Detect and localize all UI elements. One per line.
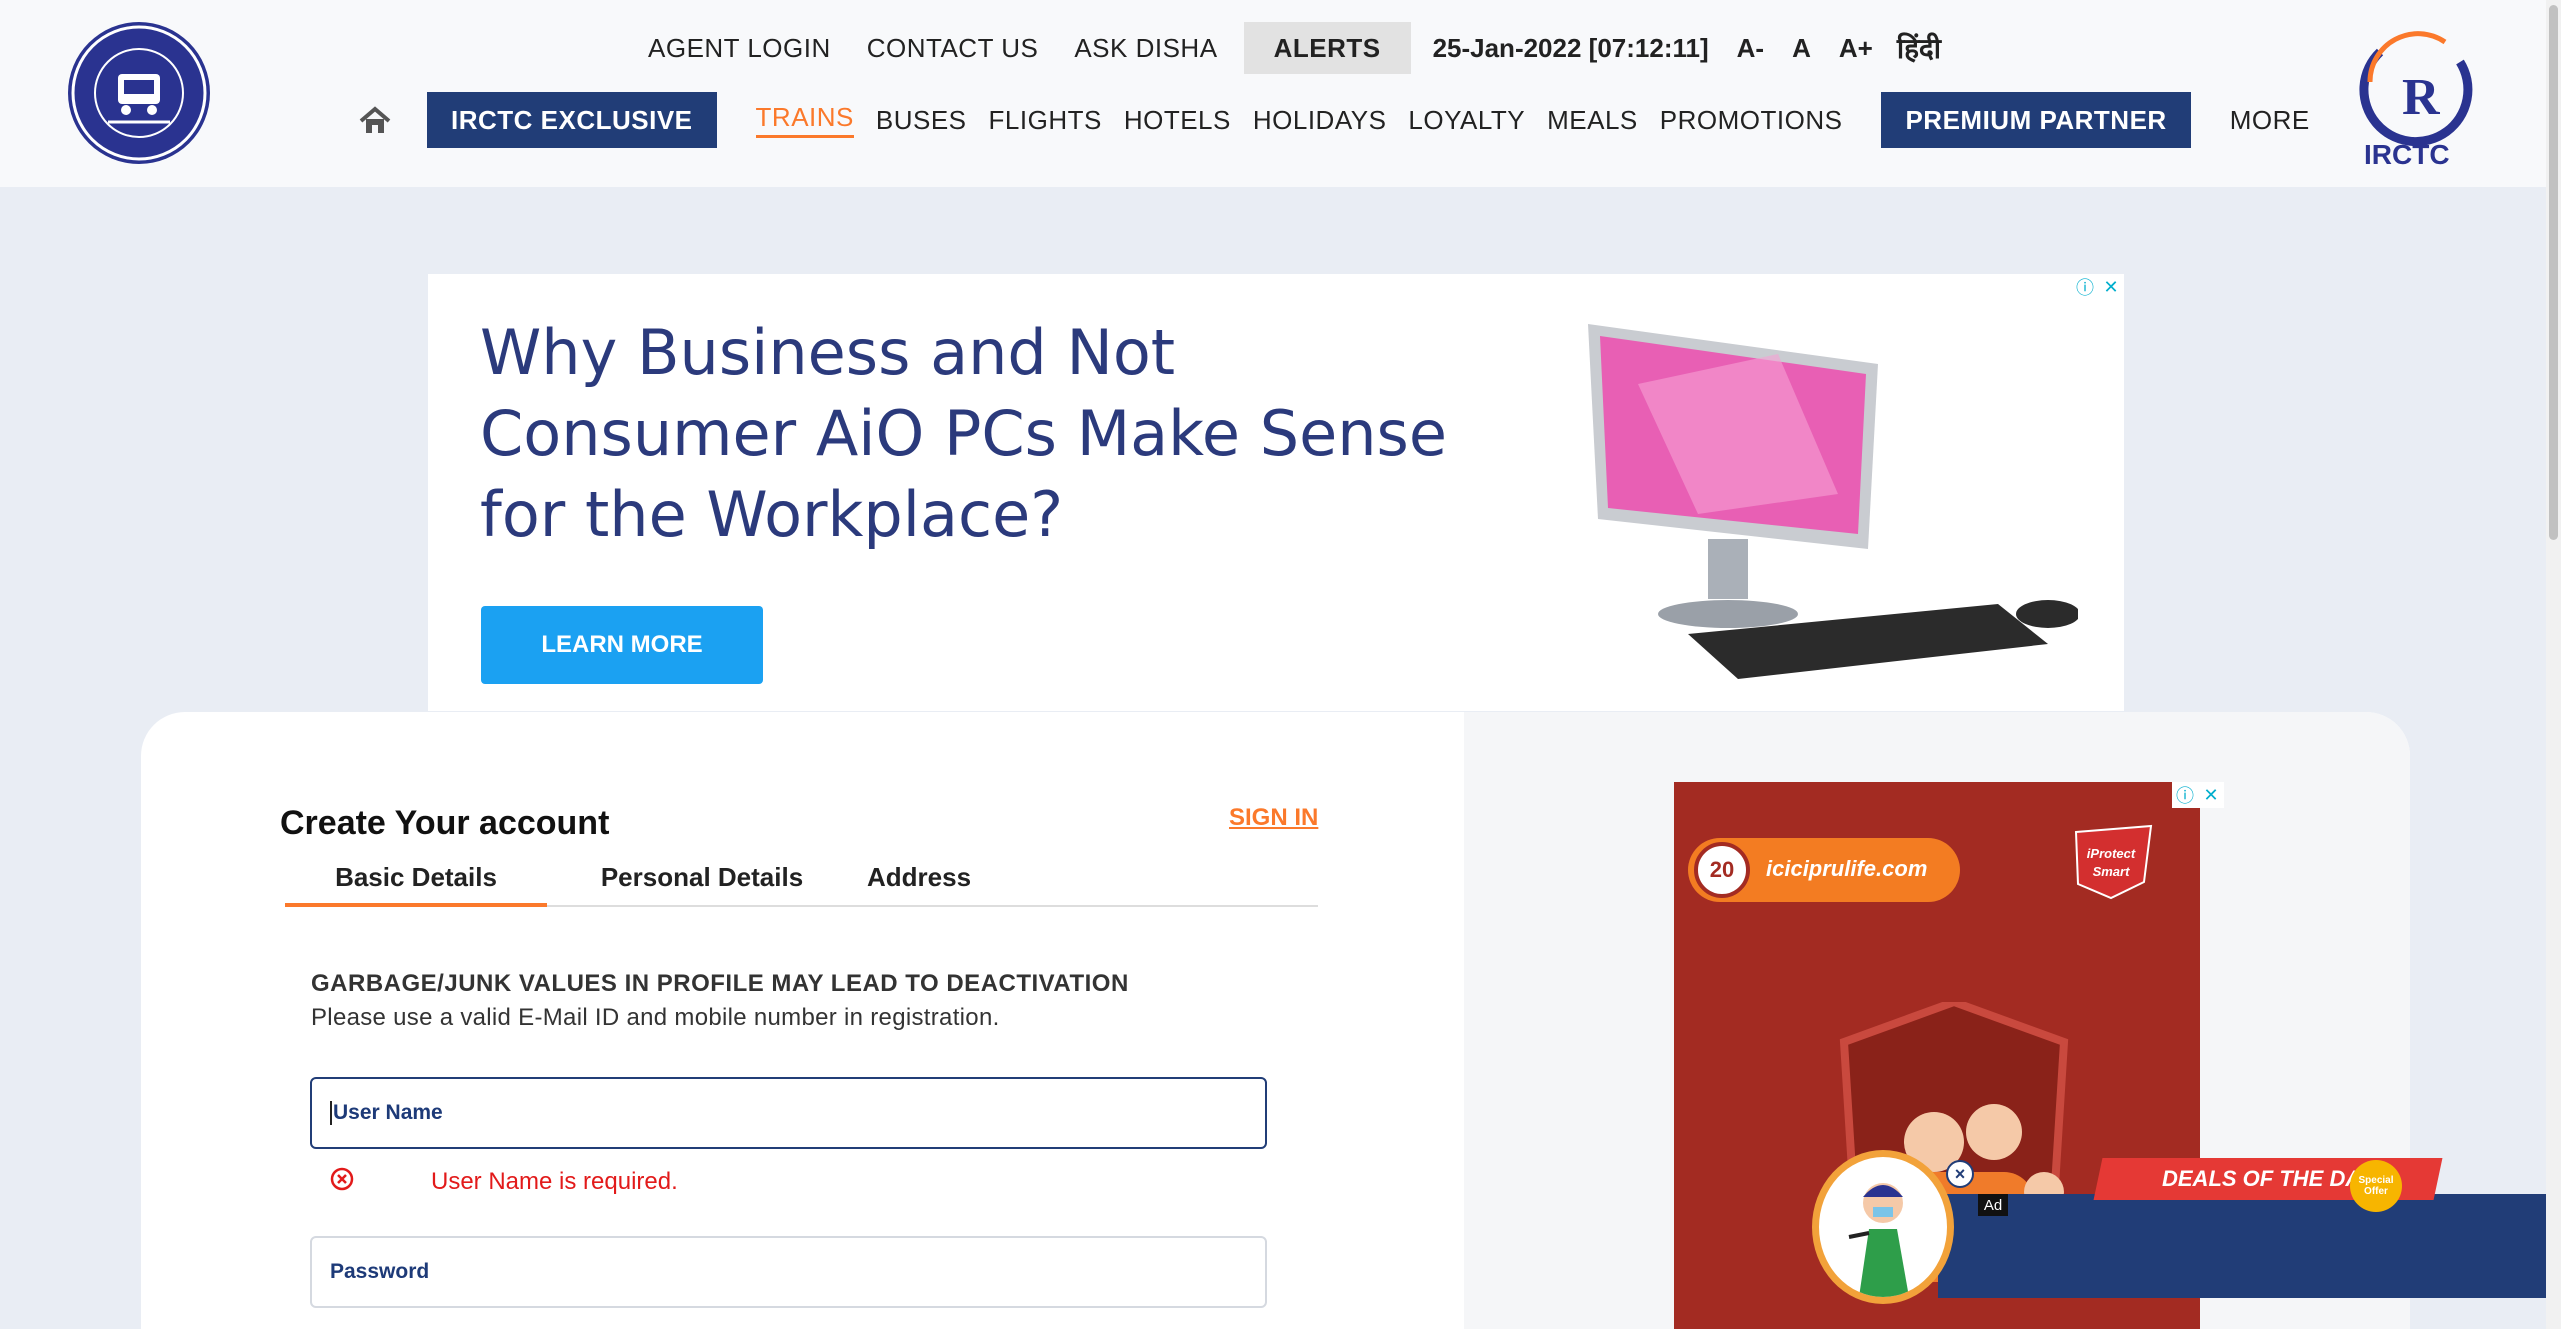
- main-nav: IRCTC EXCLUSIVE TRAINS BUSES FLIGHTS HOT…: [355, 92, 2321, 148]
- side-ad-site: iciciprulife.com: [1766, 856, 1928, 881]
- registration-tabs: Basic Details Personal Details Address: [285, 862, 1318, 907]
- sign-in-link[interactable]: SIGN IN: [1229, 804, 1318, 832]
- side-ad-close-icon[interactable]: ✕: [2198, 782, 2224, 808]
- ad-headline: Why Business and Not Consumer AiO PCs Ma…: [480, 316, 1447, 551]
- nav-item-buses[interactable]: BUSES: [865, 105, 978, 136]
- nav-item-hotels[interactable]: HOTELS: [1113, 105, 1242, 136]
- ad-close-icon[interactable]: ✕: [2098, 274, 2124, 300]
- svg-text:IRCTC: IRCTC: [2364, 139, 2450, 170]
- all-in-one-pc-image: [1588, 324, 2078, 679]
- indian-railways-emblem-icon: [71, 25, 207, 161]
- side-ad-badge: 20: [1694, 842, 1750, 898]
- indian-railways-logo[interactable]: [68, 22, 210, 164]
- alerts-button[interactable]: ALERTS: [1243, 22, 1411, 74]
- iprotect-smart-logo: iProtect Smart: [2074, 824, 2153, 900]
- disha-assistant-icon: [1848, 1183, 1909, 1297]
- special-offer-badge: Special Offer: [2350, 1160, 2402, 1212]
- side-ad-info-icon[interactable]: ⓘ: [2172, 782, 2198, 808]
- nav-item-meals[interactable]: MEALS: [1536, 105, 1649, 136]
- home-icon[interactable]: [355, 100, 395, 140]
- datetime-display: 25-Jan-2022 [07:12:11]: [1432, 32, 1709, 63]
- password-field[interactable]: Password: [310, 1236, 1267, 1308]
- svg-text:iProtect: iProtect: [2087, 846, 2136, 861]
- side-ad-pill: 20 iciciprulife.com: [1688, 838, 1960, 902]
- irctc-logo-icon: R IRCTC: [2359, 31, 2473, 170]
- deals-label: DEALS OF THE DAY: [2161, 1166, 2375, 1191]
- deals-bar[interactable]: [1938, 1194, 2551, 1298]
- ask-disha-link[interactable]: ASK DISHA: [1056, 22, 1235, 74]
- side-ad-controls: ⓘ ✕: [2172, 782, 2224, 808]
- ad-banner[interactable]: Why Business and Not Consumer AiO PCs Ma…: [428, 274, 2124, 711]
- learn-more-button[interactable]: LEARN MORE: [481, 606, 763, 684]
- irctc-logo[interactable]: R IRCTC: [2350, 22, 2480, 172]
- tab-personal-details[interactable]: Personal Details: [547, 862, 857, 907]
- text-caret: [330, 1101, 332, 1125]
- nav-item-more[interactable]: MORE: [2219, 105, 2321, 136]
- username-field[interactable]: User Name: [310, 1077, 1267, 1149]
- font-decrease-button[interactable]: A-: [1723, 33, 1778, 64]
- password-placeholder: Password: [330, 1260, 430, 1283]
- ad-controls: ⓘ ✕: [2072, 274, 2124, 300]
- disha-close-icon[interactable]: ×: [1946, 1160, 1974, 1188]
- top-links-bar: AGENT LOGIN CONTACT US ASK DISHA ALERTS …: [630, 22, 1951, 74]
- font-increase-button[interactable]: A+: [1825, 33, 1887, 64]
- nav-item-trains[interactable]: TRAINS: [755, 102, 854, 138]
- junk-values-warning: GARBAGE/JUNK VALUES IN PROFILE MAY LEAD …: [311, 970, 1129, 997]
- contact-us-link[interactable]: CONTACT US: [849, 22, 1057, 74]
- username-placeholder: User Name: [333, 1101, 443, 1124]
- nav-item-promotions[interactable]: PROMOTIONS: [1649, 105, 1854, 136]
- tab-basic-details[interactable]: Basic Details: [285, 862, 547, 907]
- nav-item-loyalty[interactable]: LOYALTY: [1397, 105, 1536, 136]
- ad-info-icon[interactable]: ⓘ: [2072, 274, 2098, 300]
- ask-disha-avatar[interactable]: [1812, 1150, 1954, 1304]
- scrollbar-thumb[interactable]: [2549, 5, 2558, 540]
- site-header: AGENT LOGIN CONTACT US ASK DISHA ALERTS …: [0, 0, 2561, 187]
- svg-text:Smart: Smart: [2093, 864, 2131, 879]
- form-title: Create Your account: [280, 804, 610, 842]
- font-normal-button[interactable]: A: [1778, 33, 1825, 64]
- irctc-exclusive-button[interactable]: IRCTC EXCLUSIVE: [427, 92, 717, 148]
- premium-partner-button[interactable]: PREMIUM PARTNER: [1881, 92, 2191, 148]
- nav-item-flights[interactable]: FLIGHTS: [978, 105, 1113, 136]
- registration-note: Please use a valid E-Mail ID and mobile …: [311, 1004, 1000, 1031]
- username-error-message: User Name is required.: [431, 1168, 678, 1195]
- svg-text:R: R: [2402, 69, 2441, 126]
- page-scrollbar[interactable]: [2546, 0, 2561, 1329]
- nav-item-holidays[interactable]: HOLIDAYS: [1242, 105, 1398, 136]
- agent-login-link[interactable]: AGENT LOGIN: [630, 22, 849, 74]
- error-icon: [330, 1167, 354, 1191]
- ad-tag: Ad: [1978, 1194, 2008, 1216]
- tab-address[interactable]: Address: [857, 862, 1057, 907]
- language-hindi-link[interactable]: हिंदी: [1887, 29, 1951, 67]
